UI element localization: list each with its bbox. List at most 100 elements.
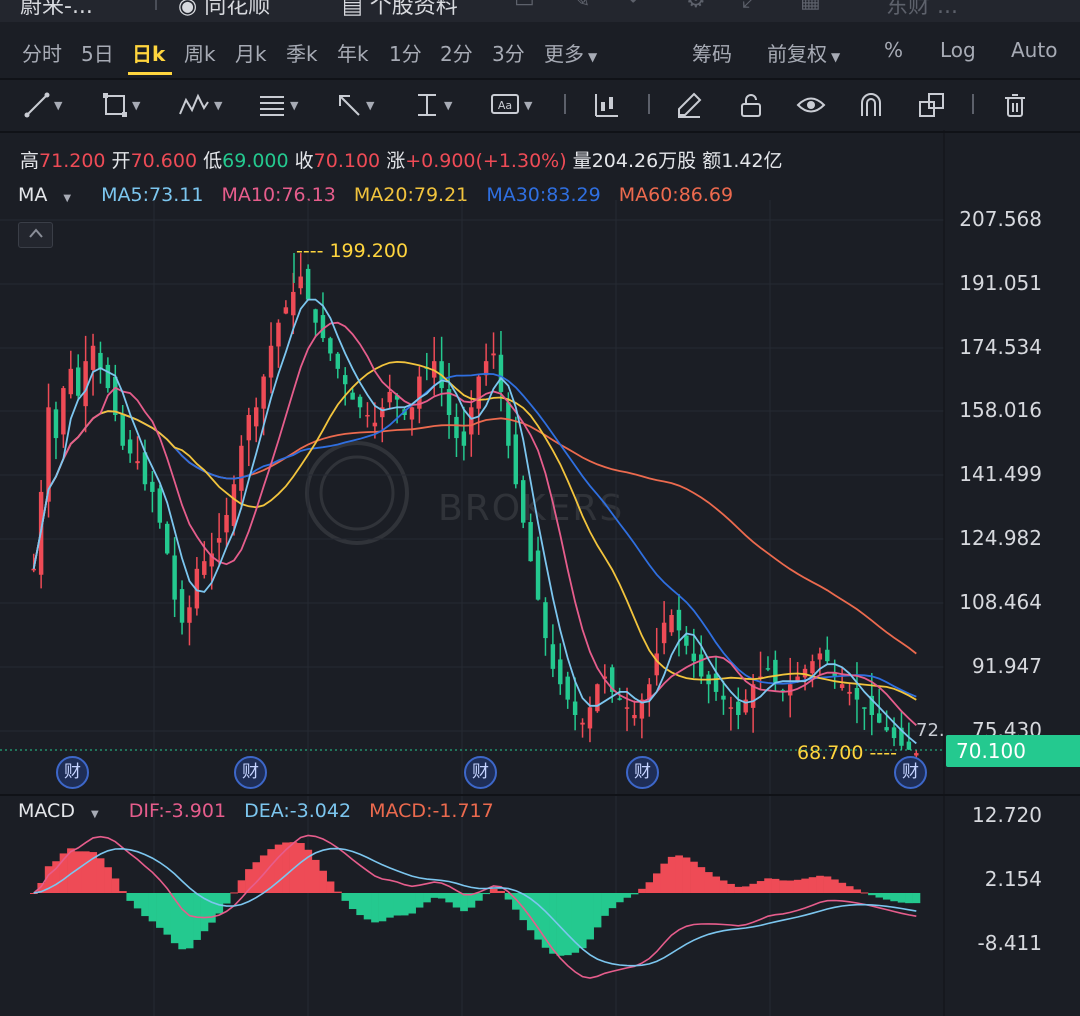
macd-bar bbox=[259, 855, 268, 893]
fibonacci-tool-icon[interactable]: ▼ bbox=[258, 88, 298, 122]
macd-bar bbox=[578, 893, 587, 949]
tab-5day[interactable]: 5日 bbox=[81, 38, 114, 67]
ohlc-summary: 高71.200 开70.600 低69.000 收70.100 涨+0.900(… bbox=[20, 146, 783, 173]
chevron-down-icon: ▼ bbox=[63, 193, 72, 204]
candle-body bbox=[224, 515, 229, 533]
eye-icon[interactable] bbox=[796, 88, 826, 122]
settings-icon[interactable]: ⚙ bbox=[686, 0, 706, 13]
toolbar-divider bbox=[648, 94, 650, 114]
grid-icon[interactable]: ▦ bbox=[800, 0, 821, 13]
price-axis-label: 158.016 bbox=[959, 398, 1042, 422]
macd-bar bbox=[556, 893, 565, 956]
range-tool-icon[interactable]: ▼ bbox=[414, 88, 452, 122]
candle-body bbox=[825, 649, 830, 662]
line-tool-icon[interactable]: ▼ bbox=[24, 88, 62, 122]
ma30-value: MA30:83.29 bbox=[486, 184, 601, 206]
collapse-legend-button[interactable] bbox=[18, 222, 53, 248]
tab-yearly-k[interactable]: 年k bbox=[337, 38, 369, 67]
topbar-item-more[interactable]: 东财 ... bbox=[886, 0, 958, 20]
candle-body bbox=[83, 361, 88, 407]
candle-body bbox=[268, 345, 274, 378]
text-tool-icon[interactable]: Aa ▼ bbox=[490, 88, 532, 122]
macd-bar bbox=[623, 893, 632, 898]
tab-intraday[interactable]: 分时 bbox=[22, 38, 62, 67]
macd-bar bbox=[660, 863, 669, 893]
macd-bar bbox=[853, 889, 861, 893]
macd-bar bbox=[734, 886, 743, 893]
candle-body bbox=[773, 659, 778, 685]
candle-body bbox=[706, 674, 711, 685]
price-axis-label: 124.982 bbox=[959, 526, 1042, 550]
ma20-value: MA20:79.21 bbox=[353, 184, 469, 206]
auto-toggle[interactable]: Auto bbox=[1011, 38, 1057, 62]
undo-icon[interactable]: ↶ bbox=[628, 0, 646, 13]
pencil-icon[interactable] bbox=[676, 88, 702, 122]
log-toggle[interactable]: Log bbox=[940, 38, 976, 62]
ma-dropdown[interactable]: MA ▼ bbox=[18, 184, 83, 206]
lock-icon[interactable] bbox=[738, 88, 764, 122]
candle-body bbox=[914, 753, 919, 756]
tab-monthly-k[interactable]: 月k bbox=[235, 38, 267, 67]
candle-body bbox=[179, 589, 185, 623]
topbar-item-tonghuashun[interactable]: ◉ 同花顺 bbox=[178, 0, 270, 20]
earnings-event-icon[interactable]: 财 bbox=[464, 756, 497, 789]
macd-bar bbox=[356, 893, 365, 916]
tab-weekly-k[interactable]: 周k bbox=[184, 38, 216, 67]
stock-title[interactable]: 蔚来-... bbox=[20, 0, 93, 20]
close-value: 70.100 bbox=[313, 150, 381, 172]
tab-2min[interactable]: 2分 bbox=[440, 38, 473, 67]
copy-icon[interactable] bbox=[918, 88, 946, 122]
candle-body bbox=[743, 699, 748, 713]
macd-bar bbox=[267, 849, 276, 893]
trash-icon[interactable] bbox=[1002, 88, 1028, 122]
macd-bar bbox=[133, 893, 142, 909]
expand-icon[interactable]: ⤢ bbox=[742, 0, 760, 13]
macd-dropdown[interactable]: MACD ▼ bbox=[18, 800, 111, 822]
adjust-dropdown[interactable]: 前复权 ▼ bbox=[767, 38, 840, 67]
edit-icon[interactable]: ✎ bbox=[572, 0, 590, 13]
candle-style-icon[interactable] bbox=[594, 88, 620, 122]
macd-bar bbox=[838, 882, 847, 893]
tab-daily-k[interactable]: 日k bbox=[132, 38, 165, 67]
candle-body bbox=[261, 376, 266, 409]
earnings-event-icon[interactable]: 财 bbox=[234, 756, 267, 789]
chip-distribution-button[interactable]: 筹码 bbox=[692, 38, 732, 67]
tab-3min[interactable]: 3分 bbox=[492, 38, 525, 67]
macd-bar bbox=[326, 881, 335, 893]
ma10-value: MA10:76.13 bbox=[221, 184, 336, 206]
magnet-icon[interactable] bbox=[858, 88, 884, 122]
macd-bar bbox=[882, 893, 891, 900]
macd-dif-line bbox=[33, 834, 917, 979]
chevron-down-icon: ▼ bbox=[90, 809, 99, 820]
tab-more[interactable]: 更多 ▼ bbox=[544, 38, 597, 67]
macd-axis-label: 2.154 bbox=[984, 867, 1042, 891]
monitor-icon[interactable]: ▭ bbox=[514, 0, 535, 13]
candle-body bbox=[342, 375, 348, 385]
macd-bar bbox=[779, 880, 787, 893]
earnings-event-icon[interactable]: 财 bbox=[894, 756, 927, 789]
tab-quarterly-k[interactable]: 季k bbox=[286, 38, 318, 67]
earnings-event-icon[interactable]: 财 bbox=[626, 756, 659, 789]
ma30-line bbox=[32, 372, 917, 698]
candle-body bbox=[135, 461, 140, 464]
tab-1min[interactable]: 1分 bbox=[389, 38, 422, 67]
macd-bar bbox=[126, 893, 135, 901]
candle-body bbox=[469, 407, 474, 435]
macd-bar bbox=[200, 893, 209, 932]
topbar-item-profile[interactable]: ▤ 个股资料 bbox=[342, 0, 458, 20]
candle-body bbox=[253, 407, 259, 427]
arrow-tool-icon[interactable]: ▼ bbox=[336, 88, 374, 122]
macd-bar bbox=[282, 842, 290, 893]
macd-bar bbox=[185, 893, 194, 949]
earnings-event-icon[interactable]: 财 bbox=[56, 756, 89, 789]
macd-bar bbox=[897, 893, 906, 903]
candle-body bbox=[617, 698, 622, 700]
candle-body bbox=[565, 676, 570, 700]
rectangle-tool-icon[interactable]: ▼ bbox=[102, 88, 140, 122]
percent-toggle[interactable]: % bbox=[884, 38, 903, 62]
candle-body bbox=[817, 653, 823, 660]
wave-tool-icon[interactable]: ▼ bbox=[178, 88, 222, 122]
macd-bar bbox=[230, 892, 238, 894]
candle-body bbox=[454, 416, 459, 439]
candle-body bbox=[476, 376, 481, 409]
